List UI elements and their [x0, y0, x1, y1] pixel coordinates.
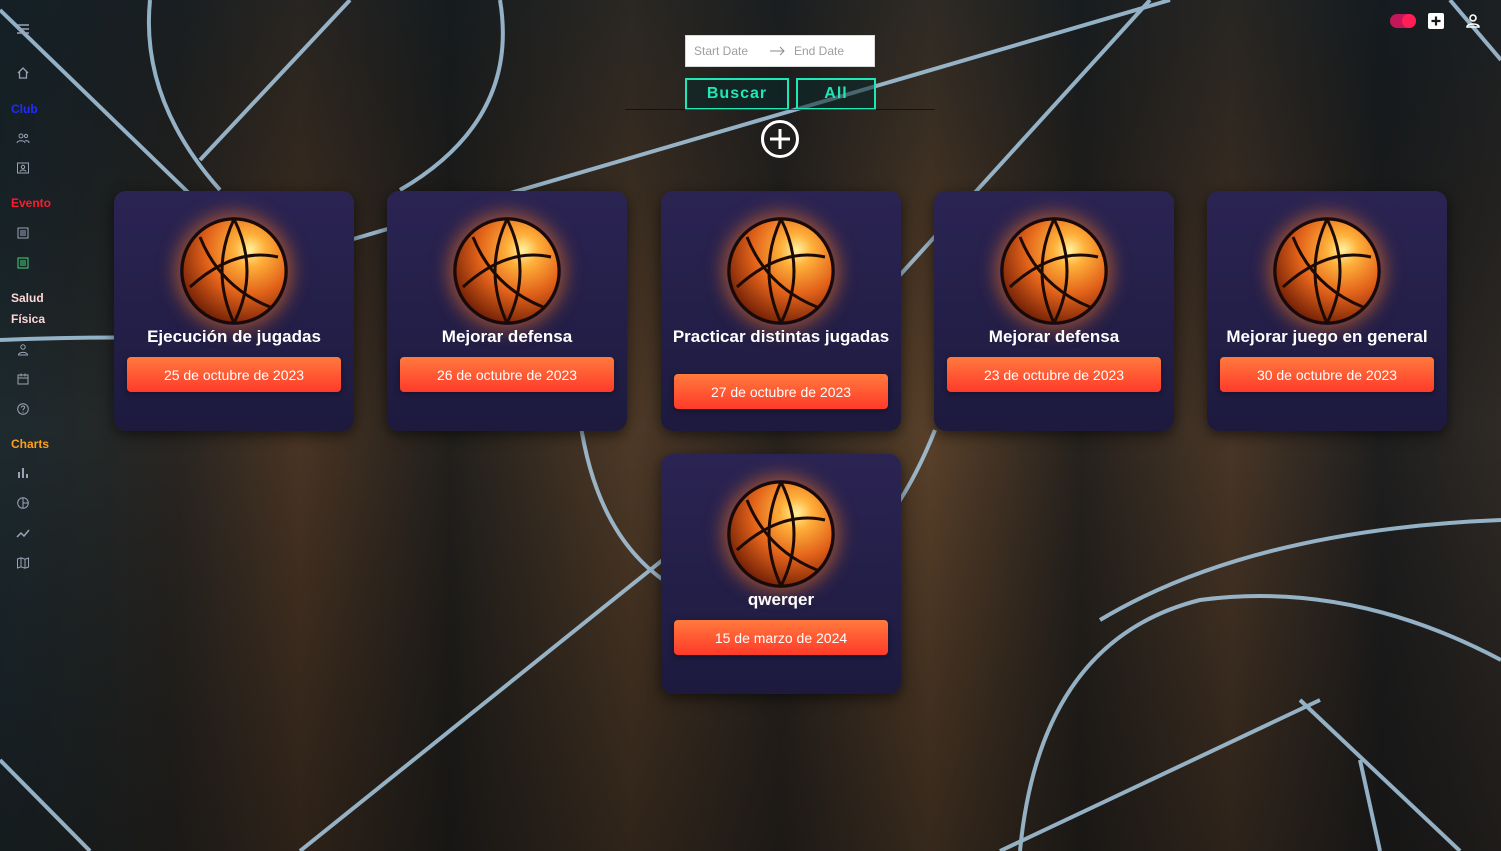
section-charts: Charts	[11, 437, 50, 451]
end-date-input[interactable]: End Date	[794, 44, 844, 58]
sidebar: Club Evento Salud Física Charts	[0, 0, 62, 851]
card-date-badge: 30 de octubre de 2023	[1220, 357, 1434, 392]
card-title: Mejorar defensa	[441, 327, 573, 346]
card-date-badge: 15 de marzo de 2024	[674, 620, 888, 655]
training-card[interactable]: Mejorar defensa 23 de octubre de 2023	[934, 191, 1174, 431]
home-icon[interactable]	[14, 64, 32, 82]
line-chart-icon[interactable]	[14, 524, 32, 542]
list-icon[interactable]	[14, 224, 32, 242]
card-date-badge: 27 de octubre de 2023	[674, 374, 888, 409]
person-icon[interactable]	[14, 341, 32, 359]
training-card[interactable]: qwerqer 15 de marzo de 2024	[661, 454, 901, 694]
add-box-icon[interactable]	[1427, 12, 1445, 30]
section-salud-line1: Salud	[11, 291, 44, 305]
training-card[interactable]: Mejorar juego en general 30 de octubre de…	[1207, 191, 1447, 431]
card-title: Ejecución de jugadas	[147, 327, 321, 346]
training-card[interactable]: Practicar distintas jugadas 27 de octubre…	[661, 191, 901, 431]
section-evento: Evento	[11, 196, 52, 210]
basketball-image	[1273, 217, 1381, 325]
add-circle-icon[interactable]	[760, 119, 800, 159]
map-icon[interactable]	[14, 554, 32, 572]
basketball-image	[727, 480, 835, 588]
divider	[625, 109, 935, 110]
arrow-right-icon	[764, 46, 792, 56]
basketball-image	[180, 217, 288, 325]
section-club: Club	[11, 102, 38, 116]
theme-toggle[interactable]	[1390, 14, 1416, 28]
section-salud: Salud Física	[11, 288, 45, 330]
basketball-image	[727, 217, 835, 325]
card-date-badge: 23 de octubre de 2023	[947, 357, 1161, 392]
account-icon[interactable]	[1464, 12, 1482, 30]
group-icon[interactable]	[14, 129, 32, 147]
bar-chart-icon[interactable]	[14, 464, 32, 482]
section-salud-line2: Física	[11, 312, 46, 326]
training-card[interactable]: Ejecución de jugadas 25 de octubre de 202…	[114, 191, 354, 431]
card-date-badge: 25 de octubre de 2023	[127, 357, 341, 392]
card-date-badge: 26 de octubre de 2023	[400, 357, 614, 392]
card-title: Mejorar defensa	[988, 327, 1120, 346]
contact-card-icon[interactable]	[14, 159, 32, 177]
card-title: Mejorar juego en general	[1226, 327, 1428, 346]
theme-toggle-knob	[1402, 14, 1416, 28]
calendar-icon[interactable]	[14, 370, 32, 388]
search-button[interactable]: Buscar	[685, 78, 789, 110]
list-active-icon[interactable]	[14, 254, 32, 272]
card-title: Practicar distintas jugadas	[672, 327, 890, 346]
training-card[interactable]: Mejorar defensa 26 de octubre de 2023	[387, 191, 627, 431]
all-button[interactable]: All	[796, 78, 876, 110]
start-date-input[interactable]: Start Date	[694, 44, 764, 58]
card-title: qwerqer	[747, 590, 815, 609]
help-icon[interactable]	[14, 400, 32, 418]
pie-chart-icon[interactable]	[14, 494, 32, 512]
menu-icon[interactable]	[14, 20, 32, 38]
date-range-picker: Start Date End Date	[685, 35, 875, 67]
basketball-image	[1000, 217, 1108, 325]
basketball-image	[453, 217, 561, 325]
